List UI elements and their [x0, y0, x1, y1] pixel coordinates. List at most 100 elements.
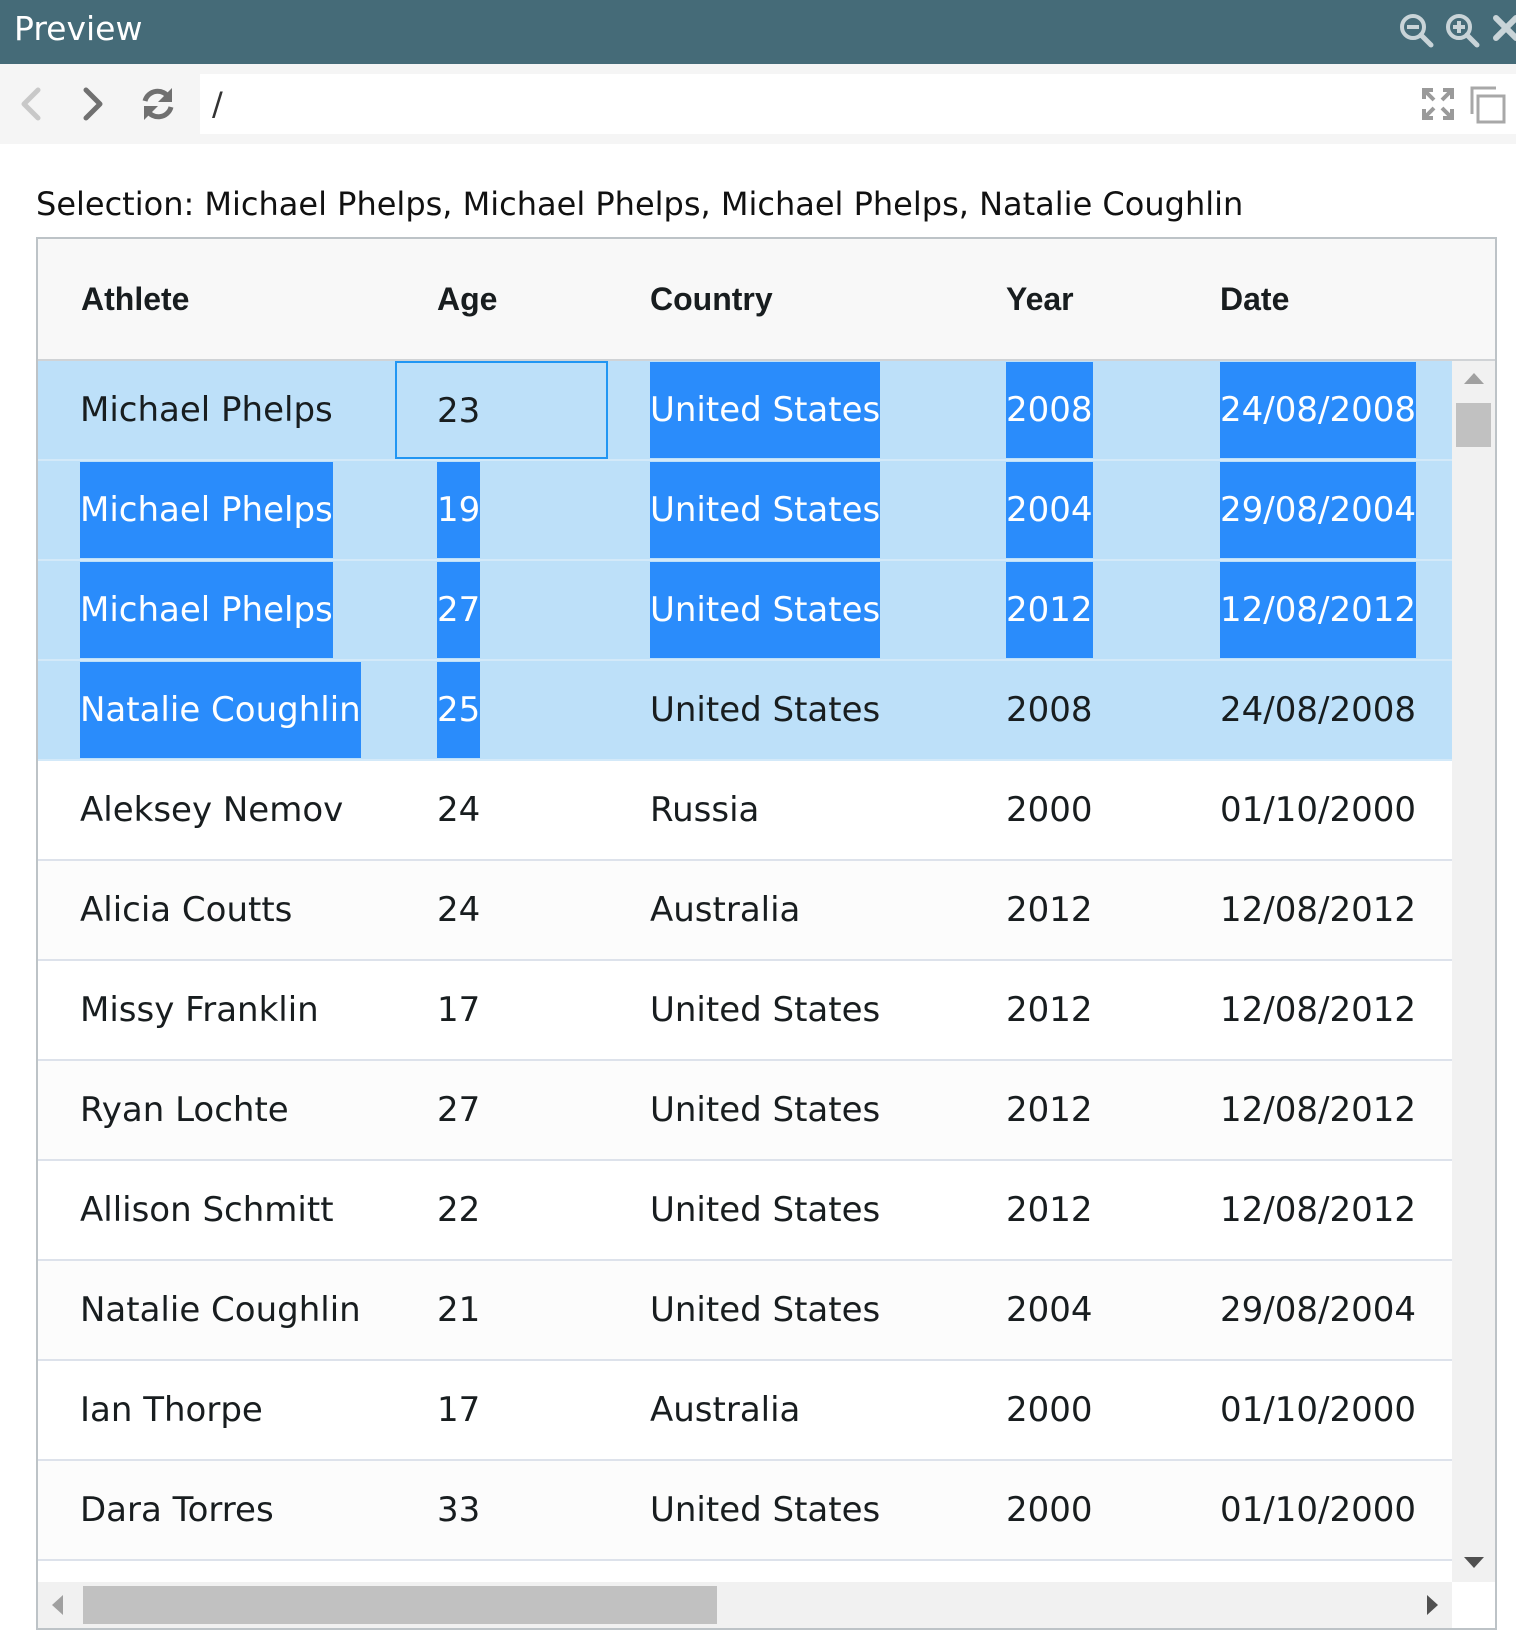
cell-text: 2000 — [1006, 1390, 1093, 1430]
cell-country[interactable]: United States — [608, 1261, 964, 1359]
cell-date[interactable]: 24/08/2008 — [1178, 361, 1452, 459]
cell-year[interactable]: 2012 — [964, 1161, 1178, 1259]
cell-year[interactable]: 2000 — [964, 1361, 1178, 1459]
table-row[interactable]: Missy Franklin 17 United States 2012 12/08/2… — [38, 961, 1452, 1061]
cell-athlete[interactable]: Natalie Coughlin — [38, 1261, 395, 1359]
cell-athlete[interactable]: Michael Phelps — [38, 361, 395, 459]
horizontal-scrollbar[interactable] — [38, 1582, 1452, 1628]
address-bar[interactable]: / — [200, 74, 1516, 134]
table-row[interactable]: Natalie Coughlin 25 United States 2008 24/08… — [38, 661, 1452, 761]
cell-text: 2008 — [1006, 690, 1093, 730]
cell-country[interactable]: United States — [608, 661, 964, 759]
cell-year[interactable]: 2008 — [964, 361, 1178, 459]
zoom-out-icon[interactable] — [1396, 10, 1436, 50]
cell-athlete[interactable]: Ian Thorpe — [38, 1361, 395, 1459]
cell-year[interactable]: 2012 — [964, 861, 1178, 959]
cell-athlete[interactable]: Michael Phelps — [38, 561, 395, 659]
cell-year[interactable]: 2008 — [964, 661, 1178, 759]
cell-text: United States — [650, 1290, 881, 1330]
table-row[interactable]: Michael Phelps 23 United States 2008 24/08/2… — [38, 361, 1452, 461]
cell-date[interactable]: 12/08/2012 — [1178, 1061, 1452, 1159]
cell-athlete[interactable]: Ryan Lochte — [38, 1061, 395, 1159]
cell-year[interactable]: 2012 — [964, 561, 1178, 659]
scroll-left-arrow-icon[interactable] — [52, 1595, 63, 1615]
refresh-icon[interactable] — [136, 82, 180, 126]
back-arrow-icon[interactable] — [10, 82, 54, 126]
header-year[interactable]: Year — [1006, 239, 1074, 359]
cell-country[interactable]: United States — [608, 1161, 964, 1259]
cell-country[interactable]: United States — [608, 1061, 964, 1159]
cell-country[interactable]: United States — [608, 561, 964, 659]
scroll-down-arrow-icon[interactable] — [1464, 1557, 1484, 1568]
cell-age[interactable]: 27 — [395, 561, 608, 659]
table-row[interactable]: Ryan Lochte 27 United States 2012 12/08/2012 — [38, 1061, 1452, 1161]
cell-athlete[interactable]: Missy Franklin — [38, 961, 395, 1059]
header-country[interactable]: Country — [650, 239, 773, 359]
cell-text: 01/10/2000 — [1220, 1390, 1416, 1430]
cell-country[interactable]: United States — [608, 1461, 964, 1559]
cell-year[interactable]: 2012 — [964, 1061, 1178, 1159]
cell-date[interactable]: 12/08/2012 — [1178, 861, 1452, 959]
header-athlete[interactable]: Athlete — [81, 239, 189, 359]
cell-athlete[interactable]: Michael Phelps — [38, 461, 395, 559]
cell-country[interactable]: Russia — [608, 761, 964, 859]
cell-country[interactable]: Australia — [608, 861, 964, 959]
table-row[interactable]: Michael Phelps 19 United States 2004 29/08/2… — [38, 461, 1452, 561]
close-icon[interactable] — [1488, 10, 1516, 50]
table-row[interactable]: Natalie Coughlin 21 United States 2004 29/08… — [38, 1261, 1452, 1361]
cell-age[interactable]: 24 — [395, 861, 608, 959]
cell-age[interactable]: 33 — [395, 1461, 608, 1559]
cell-age[interactable]: 21 — [395, 1261, 608, 1359]
scroll-up-arrow-icon[interactable] — [1464, 373, 1484, 384]
cell-athlete[interactable]: Dara Torres — [38, 1461, 395, 1559]
table-row[interactable]: Michael Phelps 27 United States 2012 12/08/2… — [38, 561, 1452, 661]
cell-date[interactable]: 12/08/2012 — [1178, 561, 1452, 659]
cell-date[interactable]: 01/10/2000 — [1178, 1461, 1452, 1559]
header-age[interactable]: Age — [437, 239, 497, 359]
cell-age[interactable]: 17 — [395, 1361, 608, 1459]
cell-text: 01/10/2000 — [1220, 1490, 1416, 1530]
cell-year[interactable]: 2004 — [964, 1261, 1178, 1359]
cell-year[interactable]: 2000 — [964, 761, 1178, 859]
cell-age[interactable]: 17 — [395, 961, 608, 1059]
cell-age[interactable]: 23 — [395, 361, 608, 459]
cell-country[interactable]: United States — [608, 461, 964, 559]
vertical-scrollbar[interactable] — [1452, 361, 1495, 1582]
cell-year[interactable]: 2004 — [964, 461, 1178, 559]
cell-age[interactable]: 19 — [395, 461, 608, 559]
cell-text: 27 — [437, 562, 481, 658]
table-row[interactable]: Dara Torres 33 United States 2000 01/10/2000 — [38, 1461, 1452, 1561]
cell-date[interactable]: 12/08/2012 — [1178, 961, 1452, 1059]
horizontal-scroll-thumb[interactable] — [83, 1586, 717, 1624]
cell-country[interactable]: United States — [608, 361, 964, 459]
table-row[interactable]: Aleksey Nemov 24 Russia 2000 01/10/2000 — [38, 761, 1452, 861]
expand-icon[interactable] — [1418, 84, 1458, 124]
popout-icon[interactable] — [1468, 84, 1508, 124]
table-row[interactable]: Allison Schmitt 22 United States 2012 12/08/… — [38, 1161, 1452, 1261]
cell-date[interactable]: 12/08/2012 — [1178, 1161, 1452, 1259]
cell-date[interactable]: 24/08/2008 — [1178, 661, 1452, 759]
cell-date[interactable]: 01/10/2000 — [1178, 1361, 1452, 1459]
forward-arrow-icon[interactable] — [70, 82, 114, 126]
table-row[interactable]: Alicia Coutts 24 Australia 2012 12/08/2012 — [38, 861, 1452, 961]
cell-age[interactable]: 27 — [395, 1061, 608, 1159]
scroll-right-arrow-icon[interactable] — [1427, 1595, 1438, 1615]
cell-year[interactable]: 2012 — [964, 961, 1178, 1059]
cell-country[interactable]: United States — [608, 961, 964, 1059]
cell-date[interactable]: 01/10/2000 — [1178, 761, 1452, 859]
cell-athlete[interactable]: Alicia Coutts — [38, 861, 395, 959]
cell-athlete[interactable]: Allison Schmitt — [38, 1161, 395, 1259]
cell-country[interactable]: Australia — [608, 1361, 964, 1459]
header-date[interactable]: Date — [1220, 239, 1289, 359]
cell-year[interactable]: 2000 — [964, 1461, 1178, 1559]
zoom-in-icon[interactable] — [1442, 10, 1482, 50]
cell-age[interactable]: 25 — [395, 661, 608, 759]
cell-athlete[interactable]: Natalie Coughlin — [38, 661, 395, 759]
table-row[interactable]: Ian Thorpe 17 Australia 2000 01/10/2000 — [38, 1361, 1452, 1461]
cell-age[interactable]: 24 — [395, 761, 608, 859]
cell-athlete[interactable]: Aleksey Nemov — [38, 761, 395, 859]
vertical-scroll-thumb[interactable] — [1456, 403, 1491, 447]
cell-date[interactable]: 29/08/2004 — [1178, 461, 1452, 559]
cell-age[interactable]: 22 — [395, 1161, 608, 1259]
cell-date[interactable]: 29/08/2004 — [1178, 1261, 1452, 1359]
